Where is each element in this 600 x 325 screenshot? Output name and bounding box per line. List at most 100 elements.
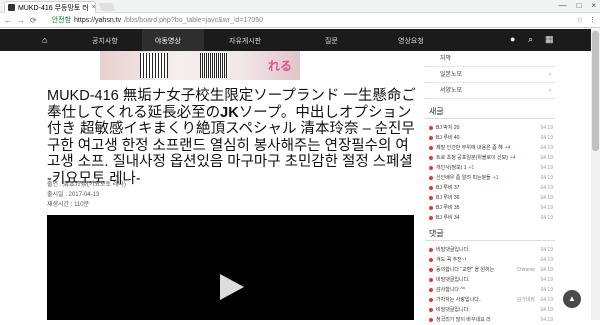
new-post-date: 04.19	[540, 125, 553, 131]
search-icon[interactable]: ⌕	[528, 34, 533, 45]
reload-icon[interactable]: ⟳	[30, 16, 37, 25]
comment-author: 김가네장	[516, 297, 535, 303]
bullet-icon	[429, 135, 433, 140]
new-post-text: BJ 루비 40	[436, 135, 460, 141]
comment-text: 정국리가 많이 바꾸네요 리	[436, 317, 491, 323]
sidebar: 자막 일본노모 › 서양노모 › 새글 BJ 박지 20 04.19 BJ 루비 40 0…	[425, 51, 555, 323]
new-post-row[interactable]: BJ 루비 36 04.19	[429, 193, 553, 203]
bullet-icon	[429, 125, 433, 130]
window-controls: — □ ×	[558, 1, 596, 10]
meta-runtime: 재생시간 : 110분	[47, 202, 90, 208]
address-bar-row: ← → ⟳ 안전함 https://yahsn.tv /bbs/board.ph…	[0, 13, 600, 28]
maximize-icon[interactable]: □	[576, 1, 581, 10]
browser-tab[interactable]: MUKD-416 무등망토 러 ×	[4, 1, 96, 13]
bullet-icon	[429, 287, 433, 292]
user-icon[interactable]: ●	[510, 34, 515, 44]
grid-menu-icon[interactable]: ▦	[545, 34, 554, 45]
close-window-icon[interactable]: ×	[591, 1, 596, 10]
new-post-row[interactable]: 트로 초청 공포일분(위블로이 신보) +4 04.19	[429, 153, 553, 163]
category-item[interactable]: 서양노모 ›	[425, 83, 555, 99]
bullet-icon	[429, 185, 433, 190]
comment-count: +1	[468, 165, 475, 171]
comment-row[interactable]: 비밀댓글입니다. 04.19	[429, 245, 553, 255]
new-post-text: 트로 초청 공포일분(위블로이 신보)	[436, 155, 508, 161]
new-post-date: 04.19	[540, 205, 553, 211]
meta-release-date: 출시일 : 2017-04-13	[47, 192, 100, 198]
url-host: https://yahsn.tv	[74, 16, 122, 24]
divider	[425, 240, 555, 241]
favicon-icon	[8, 4, 15, 11]
comments-title: 댓글	[429, 229, 444, 238]
home-icon[interactable]: ⌂	[42, 35, 47, 45]
bullet-icon	[429, 215, 433, 220]
video-player[interactable]	[47, 215, 414, 320]
nav-item-videos[interactable]: 야동영상	[155, 36, 181, 46]
new-post-text: BJ 박지 20	[436, 125, 460, 131]
new-post-row[interactable]: BJ 루비 40 04.19	[429, 133, 553, 143]
minimize-icon[interactable]: —	[558, 1, 566, 10]
comment-date: 04.19	[540, 317, 553, 323]
barcode-image	[140, 53, 168, 78]
new-post-date: 04.19	[540, 135, 553, 141]
comment-row[interactable]: 비밀댓글입니다. 04.19	[429, 305, 553, 315]
category-item[interactable]: 일본노모 ›	[425, 67, 555, 83]
cover-banner-image: れる	[100, 51, 300, 80]
comment-row[interactable]: 동의합니다 "교환" 을 원하는 Chinese 04.19	[429, 265, 553, 275]
comment-row[interactable]: 비밀댓글입니다. 04.19	[429, 275, 553, 285]
comment-author: Chinese	[516, 267, 535, 273]
comment-row[interactable]: 감사합니다 ^^ 04.19	[429, 285, 553, 295]
comment-text: 비밀댓글입니다.	[436, 307, 470, 313]
browser-tabstrip: MUKD-416 무등망토 러 × — □ ×	[0, 0, 600, 13]
new-post-row[interactable]: 신인배우 좀 알려 피는분들 +1 04.19	[429, 173, 553, 183]
scroll-to-top-button[interactable]: ▲	[563, 290, 581, 308]
new-post-text: BJ 루비 36	[436, 195, 460, 201]
comment-text: 감사합니다 ^^	[436, 287, 466, 293]
browser-menu-icon[interactable]: ⋮	[589, 16, 596, 24]
scrollbar-thumb[interactable]	[592, 31, 599, 151]
url-field[interactable]: 안전함 https://yahsn.tv /bbs/board.php?bo_t…	[52, 15, 263, 25]
comment-text: 겨도 꼭 추천~!	[436, 257, 467, 263]
back-icon[interactable]: ←	[4, 16, 12, 25]
new-post-row[interactable]: 개인사(정보) 1 +1 04.19	[429, 163, 553, 173]
comment-row[interactable]: 정국리가 많이 바꾸네요 리 04.19	[429, 315, 553, 325]
banner-text: れる	[267, 59, 292, 73]
category-list: 자막 일본노모 › 서양노모 ›	[425, 51, 555, 99]
chevron-right-icon: ›	[549, 88, 551, 94]
new-post-row[interactable]: BJ 박지 20 04.19	[429, 123, 553, 133]
new-post-row[interactable]: 제발 인간만 부위에 내용은 좀 해 +4 04.19	[429, 143, 553, 153]
comment-count: +4	[509, 155, 516, 161]
new-post-row[interactable]: BJ 루비 37 04.19	[429, 183, 553, 193]
new-post-date: 04.19	[540, 155, 553, 161]
forward-icon[interactable]: →	[17, 16, 25, 25]
play-icon[interactable]	[220, 274, 244, 300]
post-title: MUKD-416 無垢ナ女子校生限定ソープランド 一生懸命ご奉仕してくれる延長必…	[47, 88, 419, 187]
close-tab-icon[interactable]: ×	[92, 4, 95, 11]
new-post-date: 04.19	[540, 195, 553, 201]
nav-item-notice[interactable]: 공지사항	[92, 36, 118, 46]
bullet-icon	[429, 165, 433, 170]
new-post-row[interactable]: BJ 루비 34 04.19	[429, 213, 553, 223]
new-post-text: BJ 루비 35	[436, 205, 460, 211]
nav-item-questions[interactable]: 질문	[325, 36, 338, 46]
new-tab-button[interactable]	[98, 3, 116, 11]
secure-label: 안전함	[51, 17, 72, 24]
nav-item-requests[interactable]: 영상요청	[398, 36, 424, 46]
comment-row[interactable]: 가자자는 사랑입니다.. 김가네장 04.19	[429, 295, 553, 305]
nav-item-free-board[interactable]: 자유게시판	[229, 36, 261, 46]
comment-date: 04.19	[540, 297, 553, 303]
comment-count: +4	[504, 145, 511, 151]
bullet-icon	[429, 267, 433, 272]
comment-text: 비밀댓글입니다.	[436, 277, 470, 283]
bullet-icon	[429, 247, 433, 252]
comment-text: 가자자는 사랑입니다..	[436, 297, 482, 303]
post-meta: 출연 : 清本玲奈(키요모토 레나) 출시일 : 2017-04-13 재생시간…	[47, 180, 126, 210]
comment-date: 04.19	[540, 287, 553, 293]
category-label: 자막	[440, 56, 452, 62]
bullet-icon	[429, 195, 433, 200]
new-post-row[interactable]: BJ 루비 35 04.19	[429, 203, 553, 213]
comment-count: +1	[492, 175, 499, 181]
comment-row[interactable]: 겨도 꼭 추천~! 04.19	[429, 255, 553, 265]
comment-date: 04.19	[540, 277, 553, 283]
bookmark-star-icon[interactable]: ☆	[577, 16, 583, 24]
category-item[interactable]: 자막	[425, 51, 555, 67]
